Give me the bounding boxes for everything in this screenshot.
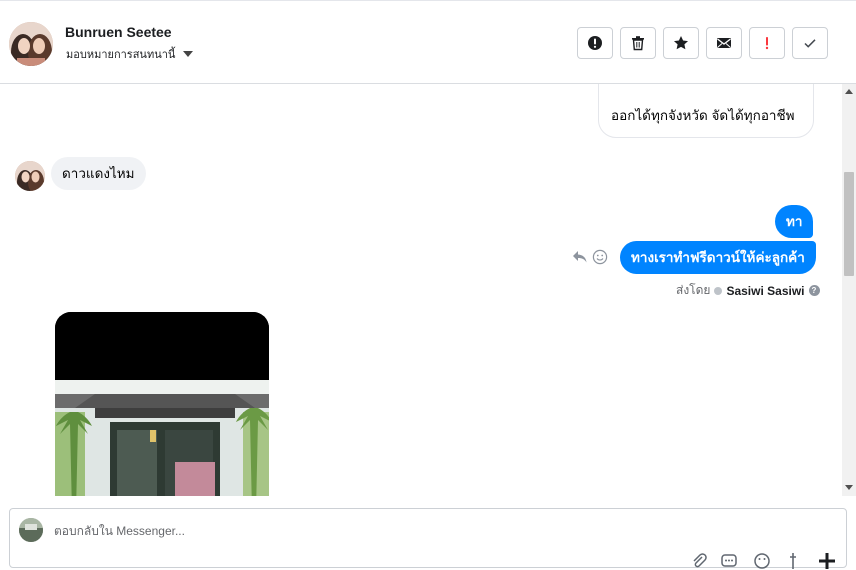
contact-name[interactable]: Bunruen Seetee [65, 24, 172, 40]
message-text: ออกได้ทุกจังหวัด จัดได้ทุกอาชีพ [611, 108, 795, 123]
storefront-photo [55, 312, 269, 496]
star-button[interactable] [663, 27, 699, 59]
envelope-icon [717, 38, 731, 48]
scroll-down-arrow-icon[interactable] [845, 485, 853, 490]
caret-down-icon [183, 51, 194, 57]
star-icon [674, 36, 688, 50]
page-avatar [19, 518, 43, 542]
outgoing-message-bubble[interactable]: ทางเราทำฟรีดาวน์ให้ค่ะลูกค้า [620, 241, 816, 274]
assign-conversation-dropdown[interactable]: มอบหมายการสนทนานี้ [66, 45, 194, 63]
reply-icon[interactable] [572, 250, 588, 264]
more-actions-icon[interactable] [818, 552, 836, 570]
incoming-photo-attachment[interactable] [55, 312, 269, 496]
assign-label: มอบหมายการสนทนานี้ [66, 49, 176, 61]
agent-status-icon [714, 286, 723, 295]
scrollbar-thumb[interactable] [844, 172, 854, 276]
sent-by-label: ส่งโดย [676, 283, 711, 297]
smiley-icon[interactable] [592, 249, 608, 265]
payment-icon[interactable] [785, 552, 803, 570]
scroll-up-arrow-icon[interactable] [845, 89, 853, 94]
saved-replies-icon[interactable] [720, 552, 738, 570]
exclamation-icon [765, 37, 769, 50]
delete-button[interactable] [620, 27, 656, 59]
mark-done-button[interactable] [792, 27, 828, 59]
trash-icon [632, 36, 644, 51]
outgoing-message-bubble[interactable]: ออกได้ทุกจังหวัด จัดได้ทุกอาชีพ [598, 84, 814, 138]
follow-up-button[interactable] [749, 27, 785, 59]
message-actions [572, 249, 608, 265]
exclamation-circle-icon [588, 36, 602, 50]
incoming-message-bubble[interactable]: ดาวแดงไหม [51, 157, 146, 190]
emoji-icon[interactable] [753, 552, 771, 570]
attachment-icon[interactable] [690, 552, 708, 570]
reply-composer[interactable] [9, 508, 847, 570]
contact-avatar[interactable] [9, 22, 53, 66]
mark-unread-button[interactable] [706, 27, 742, 59]
report-spam-button[interactable] [577, 27, 613, 59]
conversation-header: Bunruen Seetee มอบหมายการสนทนานี้ [0, 0, 856, 84]
reply-input[interactable] [54, 521, 654, 541]
outgoing-message-bubble[interactable]: ทา [775, 205, 814, 238]
contact-avatar-small[interactable] [15, 161, 45, 191]
thread-scrollbar[interactable] [842, 84, 856, 496]
help-icon[interactable]: ? [808, 285, 820, 296]
check-icon [804, 39, 816, 48]
sent-by-info: ส่งโดย Sasiwi Sasiwi ? [676, 281, 820, 300]
sent-by-name[interactable]: Sasiwi Sasiwi [726, 284, 804, 298]
message-thread[interactable]: ออกได้ทุกจังหวัด จัดได้ทุกอาชีพ ดาวแดงไห… [0, 84, 842, 496]
